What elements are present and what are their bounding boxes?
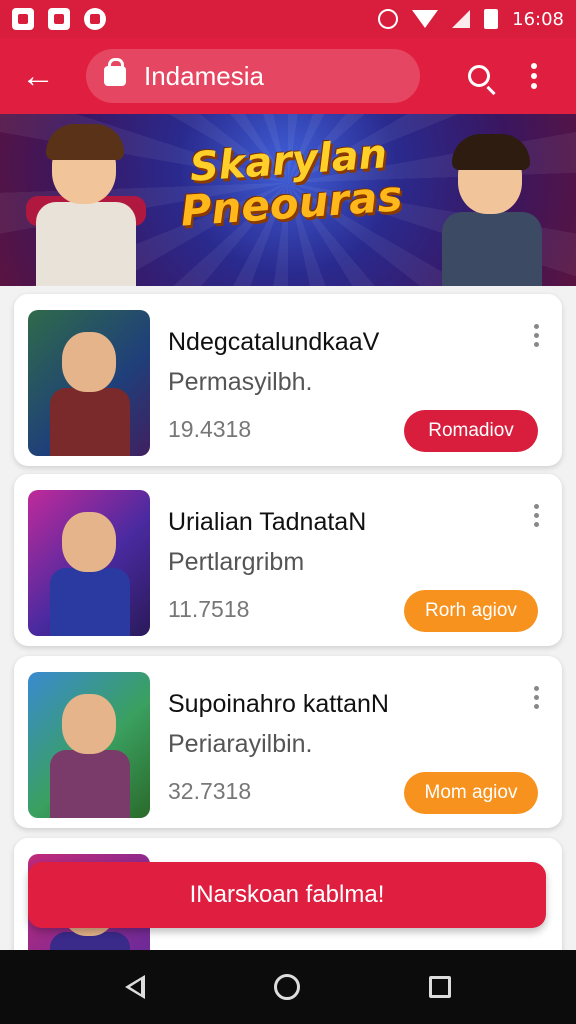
item-title: NdegcatalundkaaV bbox=[168, 328, 380, 356]
banner-hero-left-image bbox=[22, 116, 152, 286]
search-icon bbox=[468, 65, 490, 87]
item-more-icon[interactable] bbox=[524, 686, 548, 716]
promo-banner[interactable]: Skarylan Pneouras bbox=[0, 114, 576, 286]
item-number: 11.7518 bbox=[168, 596, 250, 622]
item-number: 19.4318 bbox=[168, 416, 252, 442]
search-field[interactable]: Indamesia bbox=[86, 49, 420, 103]
search-text: Indamesia bbox=[144, 60, 264, 91]
cta-button[interactable]: INarskoan fablma! bbox=[28, 862, 546, 928]
item-subtitle: Pertlargribm bbox=[168, 548, 305, 576]
status-bar: 16:08 bbox=[0, 0, 576, 38]
gallery-icon bbox=[12, 8, 34, 30]
list-item[interactable]: NdegcatalundkaaV Permasyilbh. 19.4318 Ro… bbox=[14, 294, 562, 466]
app-thumbnail bbox=[28, 310, 150, 456]
item-number: 32.7318 bbox=[168, 778, 252, 804]
item-action-button[interactable]: Romadiov bbox=[404, 410, 538, 452]
item-action-button[interactable]: Rorh agiov bbox=[404, 590, 538, 632]
banner-hero-right-image bbox=[428, 126, 546, 286]
item-more-icon[interactable] bbox=[524, 324, 548, 354]
lock-icon bbox=[104, 58, 126, 86]
more-vert-icon[interactable] bbox=[510, 45, 558, 107]
search-button[interactable] bbox=[448, 45, 510, 107]
list-item[interactable]: Urialian TadnataN Pertlargribm 11.7518 R… bbox=[14, 474, 562, 646]
item-subtitle: Periarayilbin. bbox=[168, 730, 313, 758]
notification-icon bbox=[48, 8, 70, 30]
wifi-icon bbox=[412, 10, 439, 28]
system-nav-bar bbox=[0, 950, 576, 1024]
battery-icon bbox=[484, 9, 499, 29]
status-left-icons bbox=[12, 8, 106, 30]
app-bar: ← Indamesia bbox=[0, 38, 576, 114]
item-title: Urialian TadnataN bbox=[168, 508, 367, 536]
back-arrow-icon[interactable]: ← bbox=[0, 38, 76, 114]
item-more-icon[interactable] bbox=[524, 504, 548, 534]
nav-home-icon[interactable] bbox=[273, 974, 300, 1000]
banner-title: Skarylan Pneouras bbox=[157, 131, 422, 235]
messenger-icon bbox=[84, 8, 106, 30]
item-action-button[interactable]: Mom agiov bbox=[404, 772, 538, 814]
nav-recents-icon[interactable] bbox=[429, 976, 452, 998]
nav-back-icon[interactable] bbox=[124, 975, 145, 999]
list-item[interactable]: Supoinahro kattanN Periarayilbin. 32.731… bbox=[14, 656, 562, 828]
status-right-icons: 16:08 bbox=[378, 9, 564, 30]
signal-icon bbox=[452, 10, 471, 28]
item-subtitle: Permasyilbh. bbox=[168, 368, 313, 396]
app-thumbnail bbox=[28, 490, 150, 636]
status-time: 16:08 bbox=[512, 8, 564, 30]
app-list[interactable]: NdegcatalundkaaV Permasyilbh. 19.4318 Ro… bbox=[0, 286, 576, 950]
item-title: Supoinahro kattanN bbox=[168, 690, 389, 718]
app-thumbnail bbox=[28, 672, 150, 818]
alarm-icon bbox=[378, 9, 399, 29]
